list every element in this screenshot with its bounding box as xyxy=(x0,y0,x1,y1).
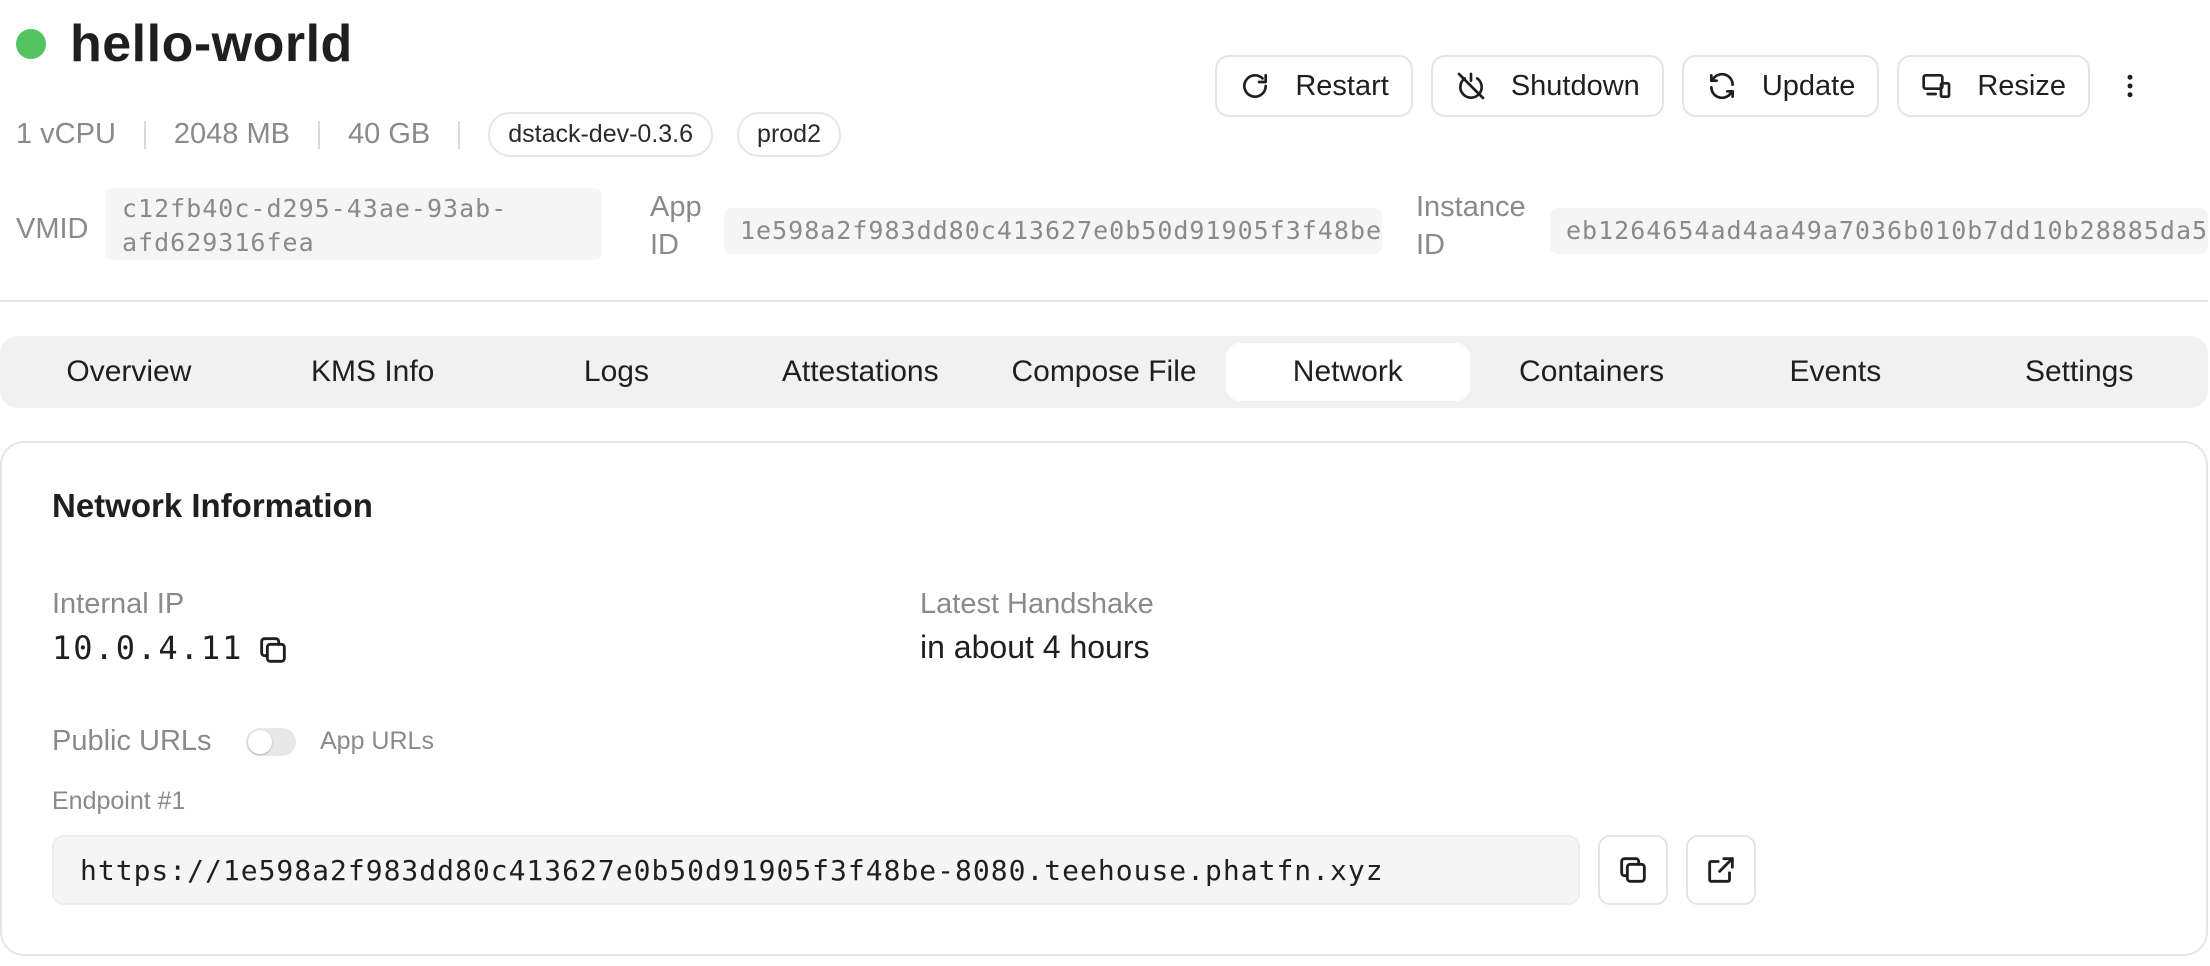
endpoint-url[interactable]: https://1e598a2f983dd80c413627e0b50d9190… xyxy=(52,835,1580,905)
separator xyxy=(458,120,461,149)
shutdown-button[interactable]: Shutdown xyxy=(1430,55,1664,117)
vmid-label: VMID xyxy=(16,213,89,245)
app-id-label-line-1: App xyxy=(650,191,702,223)
action-bar: Restart Shutdown Update Resize xyxy=(1197,55,2160,117)
power-off-icon xyxy=(1457,72,1485,100)
status-indicator xyxy=(16,29,46,59)
image-tag: dstack-dev-0.3.6 xyxy=(488,112,714,157)
tab-containers[interactable]: Containers xyxy=(1470,343,1714,401)
copy-icon xyxy=(1620,857,1646,883)
toggle-knob xyxy=(248,730,272,754)
instance-id-label-line-2: ID xyxy=(1416,229,1445,261)
header-divider xyxy=(0,300,2208,302)
refresh-icon xyxy=(1709,72,1734,100)
external-link-icon xyxy=(1708,857,1734,883)
node-tag: prod2 xyxy=(737,112,841,157)
restart-icon xyxy=(1243,74,1268,98)
app-id-label: App ID xyxy=(650,188,702,264)
resize-icon xyxy=(1922,74,1951,98)
id-row: VMID c12fb40c-d295-43ae-93ab- afd629316f… xyxy=(16,188,2208,278)
copy-endpoint-button[interactable] xyxy=(1598,835,1668,905)
vmid-value[interactable]: c12fb40c-d295-43ae-93ab- afd629316fea xyxy=(106,188,602,260)
update-label: Update xyxy=(1761,69,1856,102)
separator xyxy=(318,120,320,149)
app-urls-toggle[interactable] xyxy=(246,728,296,756)
more-menu-button[interactable] xyxy=(2100,55,2160,117)
app-id-value[interactable]: 1e598a2f983dd80c413627e0b50d91905f3f48be xyxy=(724,208,1382,254)
restart-label: Restart xyxy=(1295,69,1389,102)
vmid-line-2: afd629316fea xyxy=(122,228,315,257)
separator xyxy=(143,120,146,149)
specs-row: 1 vCPU 2048 MB 40 GB dstack-dev-0.3.6 pr… xyxy=(16,112,865,157)
open-endpoint-button[interactable] xyxy=(1686,835,1756,905)
endpoint-label: Endpoint #1 xyxy=(52,787,186,815)
latest-handshake-value: in about 4 hours xyxy=(920,629,1150,665)
resize-label: Resize xyxy=(1977,69,2066,102)
card-title: Network Information xyxy=(52,487,373,524)
tab-overview[interactable]: Overview xyxy=(7,343,251,401)
more-vertical-icon xyxy=(2127,74,2133,98)
internal-ip-value: 10.0.4.11 xyxy=(52,629,244,667)
update-button[interactable]: Update xyxy=(1681,55,1880,117)
app-id-label-line-2: ID xyxy=(650,229,679,261)
tab-bar: Overview KMS Info Logs Attestations Comp… xyxy=(0,336,2208,408)
cpu-spec: 1 vCPU xyxy=(16,118,116,150)
app-header: hello-world 1 vCPU 2048 MB 40 GB dstack-… xyxy=(0,0,2210,300)
copy-icon[interactable] xyxy=(256,633,290,667)
internal-ip-label: Internal IP xyxy=(52,588,185,620)
resize-button[interactable]: Resize xyxy=(1897,55,2090,117)
tab-logs[interactable]: Logs xyxy=(495,343,739,401)
vmid-line-1: c12fb40c-d295-43ae-93ab- xyxy=(122,194,508,223)
latest-handshake-label: Latest Handshake xyxy=(920,588,1154,620)
public-urls-label: Public URLs xyxy=(52,725,212,757)
instance-id-label: Instance ID xyxy=(1416,188,1526,264)
network-card: Network Information Internal IP 10.0.4.1… xyxy=(0,441,2208,956)
shutdown-label: Shutdown xyxy=(1510,69,1640,102)
app-urls-toggle-label: App URLs xyxy=(320,727,434,755)
tab-network[interactable]: Network xyxy=(1225,343,1470,401)
tab-compose-file[interactable]: Compose File xyxy=(982,343,1226,401)
tab-kms-info[interactable]: KMS Info xyxy=(251,343,495,401)
title-row: hello-world xyxy=(16,14,353,74)
tab-settings[interactable]: Settings xyxy=(1957,343,2201,401)
restart-button[interactable]: Restart xyxy=(1215,55,1413,117)
memory-spec: 2048 MB xyxy=(173,118,290,150)
page-title: hello-world xyxy=(70,15,353,73)
instance-id-value[interactable]: eb1264654ad4aa49a7036b010b7dd10b28885da5 xyxy=(1550,208,2208,254)
tab-attestations[interactable]: Attestations xyxy=(738,343,982,401)
disk-spec: 40 GB xyxy=(348,118,431,150)
tab-events[interactable]: Events xyxy=(1713,343,1957,401)
instance-id-label-line-1: Instance xyxy=(1416,191,1526,223)
